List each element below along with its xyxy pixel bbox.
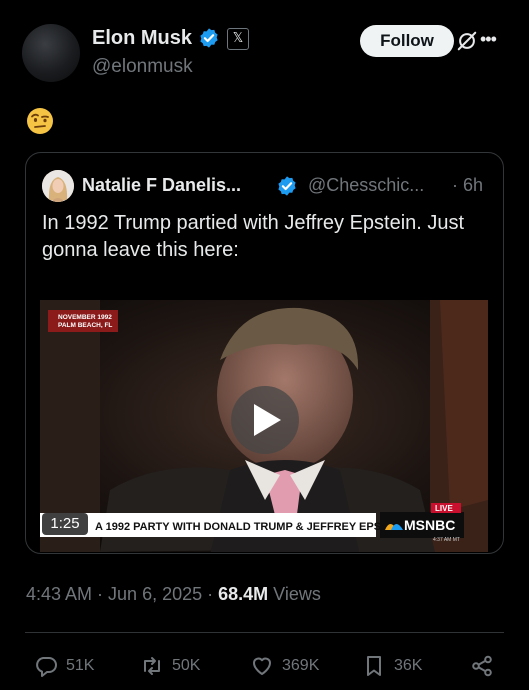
post-meta: 4:43 AM · Jun 6, 2025 · 68.4M Views <box>26 584 321 604</box>
reply-button[interactable]: 51K <box>34 654 94 678</box>
author-avatar[interactable] <box>22 24 80 82</box>
video-frame: NOVEMBER 1992 PALM BEACH, FL A 1992 PART… <box>40 300 488 552</box>
video-clock: 4:37 AM MT <box>433 537 460 543</box>
raised-eyebrow-face-emoji <box>27 108 53 134</box>
video-chyron: A 1992 PARTY WITH DONALD TRUMP & JEFFREY… <box>95 521 406 533</box>
views-label: Views <box>273 584 321 604</box>
repost-count: 50K <box>172 657 201 674</box>
follow-button[interactable]: Follow <box>360 25 454 57</box>
video-player[interactable]: NOVEMBER 1992 PALM BEACH, FL A 1992 PART… <box>40 300 488 552</box>
like-button[interactable]: 369K <box>250 654 319 678</box>
video-live-badge: LIVE <box>435 504 453 513</box>
post-time[interactable]: 4:43 AM <box>26 584 92 604</box>
bookmark-button[interactable]: 36K <box>362 654 422 678</box>
quoted-author-avatar[interactable] <box>42 170 74 202</box>
quoted-avatar-portrait <box>42 170 74 202</box>
author-handle[interactable]: @elonmusk <box>92 56 193 78</box>
repost-icon <box>144 657 160 675</box>
video-overlay-date: NOVEMBER 1992 <box>58 314 112 321</box>
quoted-post-text: In 1992 Trump partied with Jeffrey Epste… <box>42 212 465 261</box>
reply-count: 51K <box>66 657 95 674</box>
quoted-author-handle[interactable]: @Chesschic... <box>308 175 424 196</box>
video-overlay-place: PALM BEACH, FL <box>58 322 112 329</box>
view-count: 68.4M <box>218 584 269 604</box>
quoted-author-name[interactable]: Natalie F Danelis... <box>82 175 241 196</box>
repost-button[interactable]: 50K <box>140 654 200 678</box>
grok-icon[interactable] <box>456 30 478 52</box>
like-count: 369K <box>282 657 320 674</box>
share-button[interactable] <box>470 654 494 678</box>
quoted-post-time[interactable]: · 6h <box>452 175 483 196</box>
verified-badge-icon <box>200 28 218 48</box>
quoted-verified-badge-icon <box>278 176 296 196</box>
bookmark-icon <box>367 656 381 676</box>
video-duration: 1:25 <box>42 513 88 535</box>
divider <box>25 632 504 633</box>
heart-icon <box>253 657 271 675</box>
reply-icon <box>36 657 57 677</box>
author-name[interactable]: Elon Musk <box>92 27 192 50</box>
x-affiliation-icon: 𝕏 <box>227 28 249 50</box>
post-date[interactable]: Jun 6, 2025 <box>108 584 202 604</box>
bookmark-count: 36K <box>394 657 423 674</box>
video-network-logo: MSNBC <box>404 517 455 533</box>
more-options-icon[interactable]: ••• <box>480 29 497 50</box>
share-icon <box>472 655 492 677</box>
